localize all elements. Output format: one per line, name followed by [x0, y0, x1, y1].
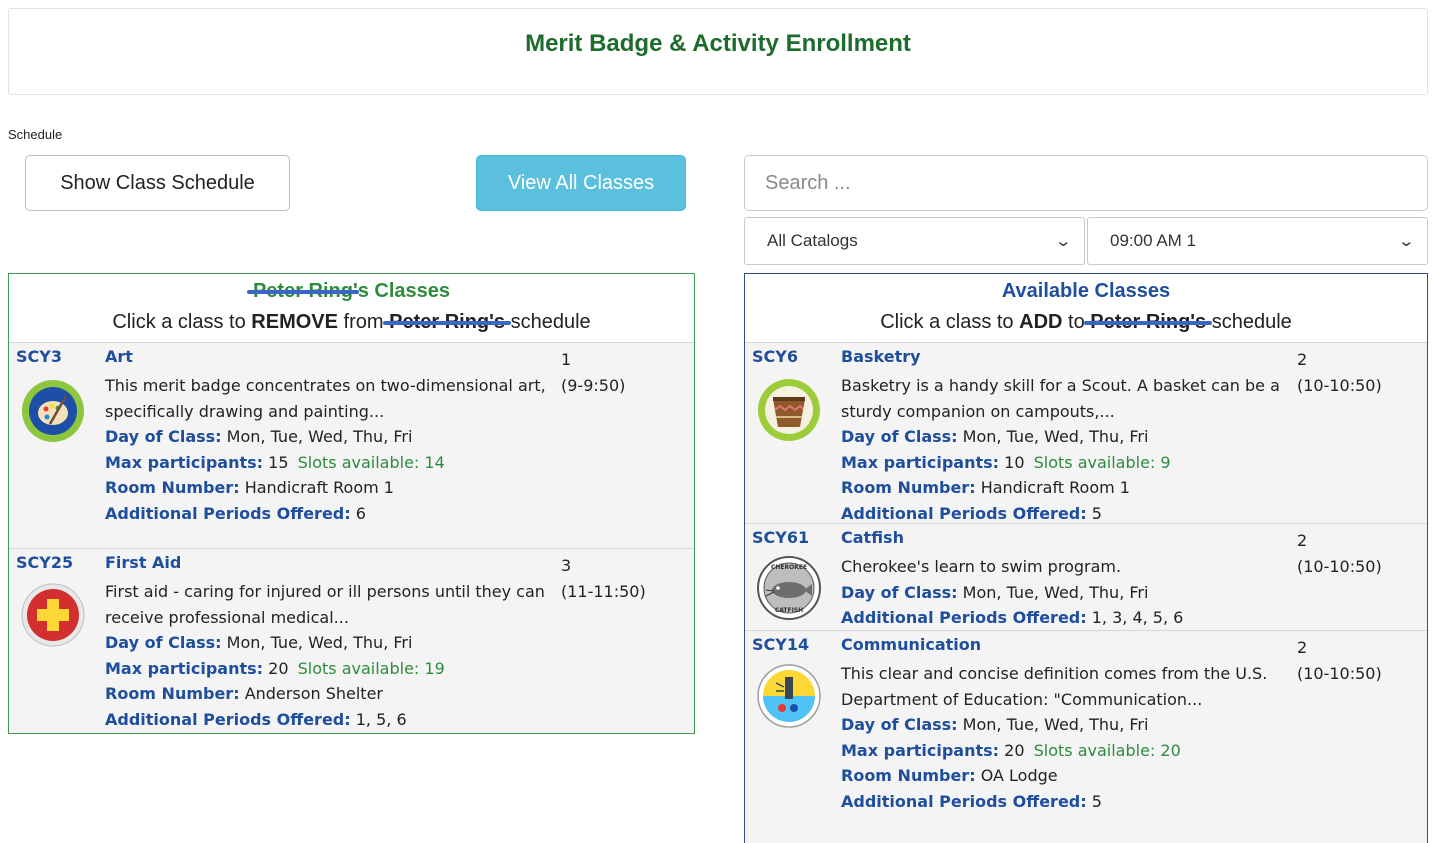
my-classes-instruction: Click a class to REMOVE from Peter Ring'…	[112, 311, 591, 333]
class-code: SCY61	[752, 528, 810, 547]
my-classes-header: Peter Ring's Classes Click a class to RE…	[9, 274, 694, 342]
slots-available: Slots available: 19	[297, 658, 445, 678]
patch-text-top: CHEROKEE	[771, 564, 807, 571]
class-period: 2 (10-10:50)	[1297, 350, 1382, 395]
schedule-label: Schedule	[8, 127, 63, 142]
available-classes-instruction: Click a class to ADD to Peter Ring's sch…	[880, 311, 1292, 333]
available-classes-title: Available Classes	[1001, 280, 1171, 302]
class-name: Communication	[841, 635, 982, 654]
class-name: Catfish	[841, 528, 904, 547]
art-palette-badge-icon	[22, 380, 84, 442]
first-aid-cross-badge-icon	[21, 583, 85, 647]
class-name: First Aid	[105, 553, 182, 572]
class-row-scy25[interactable]: SCY25 First Aid First aid - caring for i…	[9, 548, 694, 733]
communication-badge-icon	[757, 664, 821, 728]
class-description: First aid - caring for injured or ill pe…	[105, 582, 545, 627]
view-all-classes-button[interactable]: View All Classes	[476, 155, 686, 211]
basket-badge-icon	[758, 379, 820, 441]
class-row-scy6[interactable]: SCY6 Basketry Basketry is a handy skill …	[745, 342, 1427, 523]
class-name: Basketry	[841, 347, 921, 366]
class-description: This merit badge concentrates on two-dim…	[105, 376, 546, 421]
catfish-patch-icon: CHEROKEE CATFISH	[757, 556, 821, 620]
slots-available: Slots available: 9	[1033, 452, 1171, 472]
class-period: 2 (10-10:50)	[1297, 531, 1382, 576]
class-period: 2 (10-10:50)	[1297, 638, 1382, 683]
show-class-schedule-button[interactable]: Show Class Schedule	[25, 155, 290, 211]
chevron-down-icon: ⌄	[1397, 233, 1416, 250]
class-code: SCY3	[16, 347, 62, 366]
available-classes-header: Available Classes Click a class to ADD t…	[745, 274, 1427, 342]
search-input[interactable]	[744, 155, 1428, 211]
class-row-scy14[interactable]: SCY14 Communication This clear and conci…	[745, 630, 1427, 843]
chevron-down-icon: ⌄	[1054, 233, 1073, 250]
catalog-select-value: All Catalogs	[767, 231, 858, 250]
class-code: SCY25	[16, 553, 74, 572]
class-name: Art	[105, 347, 133, 366]
redacted-name: Peter Ring	[246, 280, 360, 302]
class-period: 3 (11-11:50)	[561, 556, 646, 601]
class-description: Basketry is a handy skill for a Scout. A…	[841, 376, 1280, 421]
page-title: Merit Badge & Activity Enrollment	[525, 29, 911, 57]
class-row-scy3[interactable]: SCY3 Art This merit badge concentrates o…	[9, 342, 694, 548]
class-code: SCY6	[752, 347, 798, 366]
patch-text-bottom: CATFISH	[775, 607, 803, 614]
redacted-name: Peter Ring's	[1084, 311, 1213, 333]
period-select[interactable]: 09:00 AM 1 ⌄	[1087, 217, 1428, 265]
available-classes-panel: Available Classes Click a class to ADD t…	[744, 273, 1428, 843]
class-code: SCY14	[752, 635, 810, 654]
slots-available: Slots available: 14	[297, 452, 445, 472]
my-classes-panel: Peter Ring's Classes Click a class to RE…	[8, 273, 695, 734]
my-classes-title: Peter Ring's Classes	[246, 280, 451, 302]
catalog-select[interactable]: All Catalogs ⌄	[744, 217, 1085, 265]
class-period: 1 (9-9:50)	[561, 350, 626, 395]
slots-available: Slots available: 20	[1033, 740, 1181, 760]
class-description: Cherokee's learn to swim program.	[841, 557, 1122, 576]
redacted-name: Peter Ring's	[383, 311, 511, 333]
period-select-value: 09:00 AM 1	[1110, 231, 1197, 250]
class-row-scy61[interactable]: SCY61 CHEROKEE CATFISH Catfish Cherokee'…	[745, 523, 1427, 630]
class-description: This clear and concise definition comes …	[841, 664, 1268, 709]
page-header: Merit Badge & Activity Enrollment	[8, 8, 1428, 95]
